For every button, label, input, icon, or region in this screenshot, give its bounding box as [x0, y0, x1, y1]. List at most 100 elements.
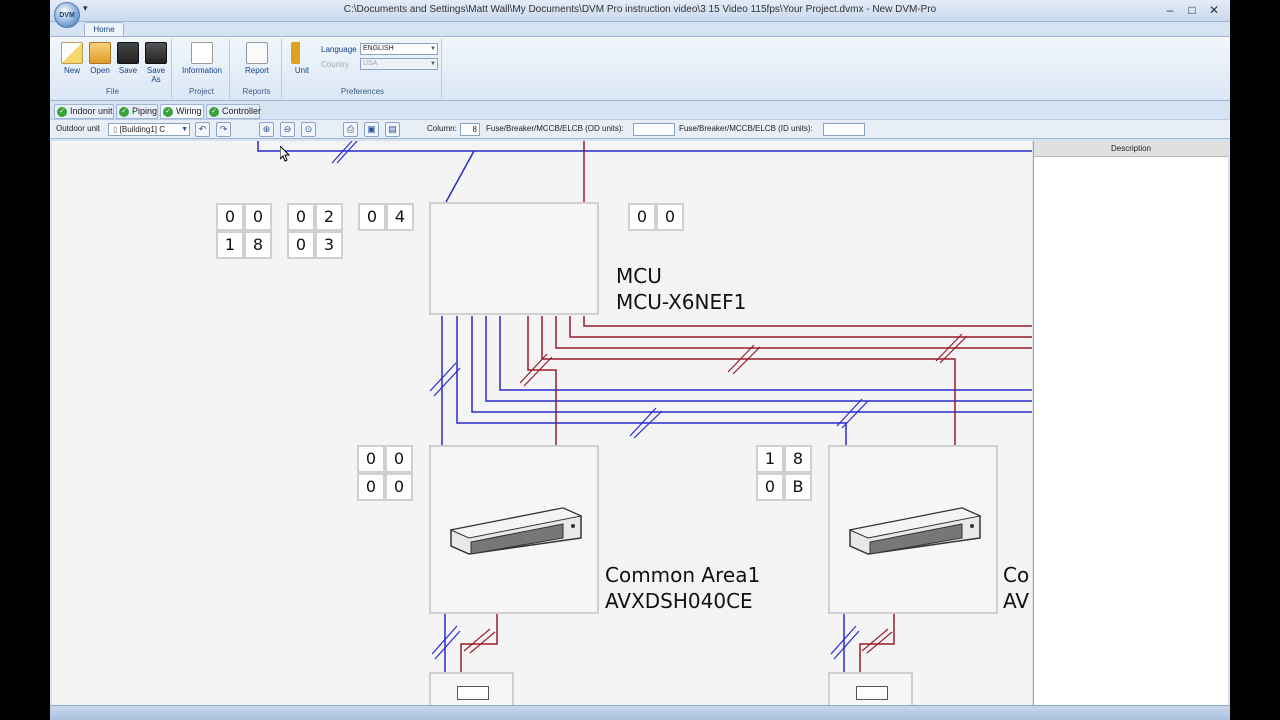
- mcu-address-cell[interactable]: 0: [628, 203, 656, 231]
- minimize-button[interactable]: –: [1160, 2, 1180, 18]
- comm-wire-branch-3: [499, 316, 1032, 391]
- save-image-icon[interactable]: ▣: [364, 122, 379, 137]
- undo-icon[interactable]: ↶: [195, 122, 210, 137]
- unit-button[interactable]: Unit: [288, 42, 316, 75]
- address-cell[interactable]: 0: [287, 231, 315, 259]
- ducted-unit-icon: [449, 507, 583, 555]
- report-label: Report: [244, 66, 269, 75]
- comm-wire-unit2: [456, 316, 847, 445]
- maximize-button[interactable]: □: [1182, 2, 1202, 18]
- view-tab-strip: ✓ Indoor unit ✓ Piping ✓ Wiring ✓ Contro…: [50, 103, 1230, 119]
- tab-indoor-unit[interactable]: ✓ Indoor unit: [54, 104, 114, 119]
- mcu-address-cell[interactable]: 0: [656, 203, 684, 231]
- save-button[interactable]: Save: [114, 42, 142, 75]
- unit-label: Unit: [294, 66, 310, 75]
- unit2-address-cell[interactable]: 0: [756, 473, 784, 501]
- chevron-down-icon: ▼: [430, 46, 436, 52]
- reports-group: Report Reports: [232, 39, 282, 99]
- save-as-button[interactable]: Save As: [142, 42, 170, 84]
- open-folder-icon: [89, 42, 111, 64]
- zoom-in-icon[interactable]: ⊕: [259, 122, 274, 137]
- information-icon: [191, 42, 213, 64]
- new-button[interactable]: New: [58, 42, 86, 75]
- export-icon[interactable]: ▤: [385, 122, 400, 137]
- tab-indoor-unit-label: Indoor unit: [70, 106, 113, 116]
- check-icon: ✓: [209, 107, 219, 117]
- save-disk-icon: [117, 42, 139, 64]
- unit2-address-cell[interactable]: 1: [756, 445, 784, 473]
- tab-wiring[interactable]: ✓ Wiring: [160, 104, 204, 119]
- address-cell[interactable]: 0: [358, 203, 386, 231]
- reports-group-label: Reports: [242, 87, 271, 96]
- check-icon: ✓: [57, 107, 67, 117]
- id-fuse-label: Fuse/Breaker/MCCB/ELCB (ID units):: [679, 124, 813, 133]
- indoor-unit2-box[interactable]: [828, 445, 998, 614]
- open-button[interactable]: Open: [86, 42, 114, 75]
- status-bar: [50, 705, 1230, 720]
- outdoor-unit-select[interactable]: ▯ [Building1] C ▼: [108, 123, 190, 136]
- print-icon[interactable]: ⎙: [343, 122, 358, 137]
- check-icon: ✓: [163, 107, 173, 117]
- column-label: Column:: [427, 124, 457, 133]
- mcu-model: MCU-X6NEF1: [616, 290, 747, 314]
- tab-wiring-label: Wiring: [176, 106, 202, 116]
- address-cell[interactable]: 8: [244, 231, 272, 259]
- address-cell[interactable]: 1: [216, 231, 244, 259]
- tab-piping[interactable]: ✓ Piping: [116, 104, 158, 119]
- power-wire-unit2-remote: [859, 614, 895, 672]
- address-cell[interactable]: 0: [287, 203, 315, 231]
- close-button[interactable]: ✕: [1204, 2, 1224, 18]
- od-fuse-input[interactable]: [633, 123, 675, 136]
- save-label: Save: [118, 66, 138, 75]
- redo-icon[interactable]: ↷: [216, 122, 231, 137]
- address-cell[interactable]: 0: [216, 203, 244, 231]
- unit1-address-cell[interactable]: 0: [385, 473, 413, 501]
- mcu-name: MCU: [616, 264, 662, 288]
- language-select[interactable]: ENGLISH ▼: [360, 43, 438, 55]
- indoor-unit1-box[interactable]: [429, 445, 599, 614]
- tab-controller-label: Controller: [222, 106, 262, 116]
- tab-piping-label: Piping: [132, 106, 158, 116]
- preferences-group: Unit Language ENGLISH ▼ Country USA ▼ Pr…: [284, 39, 442, 99]
- new-file-icon: [61, 42, 83, 64]
- app-menu-logo-button[interactable]: DVM: [54, 2, 80, 28]
- file-group: New Open Save Save As File: [54, 39, 172, 99]
- unit1-address-cell[interactable]: 0: [385, 445, 413, 473]
- remote-controller-2[interactable]: [828, 672, 913, 705]
- unit2-address-cell[interactable]: 8: [784, 445, 812, 473]
- address-cell[interactable]: 3: [315, 231, 343, 259]
- tab-controller[interactable]: ✓ Controller: [206, 104, 262, 119]
- unit1-address-cell[interactable]: 0: [357, 445, 385, 473]
- information-label: Information: [181, 66, 223, 75]
- file-group-label: File: [106, 87, 119, 96]
- open-label: Open: [90, 66, 110, 75]
- window-title: C:\Documents and Settings\Matt Wall\My D…: [343, 4, 937, 15]
- zoom-out-icon[interactable]: ⊖: [280, 122, 295, 137]
- address-cell[interactable]: 0: [244, 203, 272, 231]
- id-fuse-input[interactable]: [823, 123, 865, 136]
- od-fuse-label: Fuse/Breaker/MCCB/ELCB (OD units):: [486, 124, 624, 133]
- column-input[interactable]: 8: [460, 123, 480, 136]
- tab-home[interactable]: Home: [84, 22, 124, 37]
- remote-display-icon: [457, 686, 489, 700]
- address-cell[interactable]: 4: [386, 203, 414, 231]
- information-button[interactable]: Information: [176, 42, 228, 75]
- country-value: USA: [363, 60, 378, 67]
- zoom-fit-icon[interactable]: ⊙: [301, 122, 316, 137]
- language-label: Language: [321, 45, 357, 54]
- unit1-address-cell[interactable]: 0: [357, 473, 385, 501]
- remote-controller-1[interactable]: [429, 672, 514, 705]
- power-wire-branch-3: [583, 316, 1032, 327]
- power-wire-unit1-remote: [460, 614, 498, 672]
- description-panel: Description: [1033, 141, 1228, 705]
- remote-display-icon: [856, 686, 888, 700]
- unit2-address-cell[interactable]: B: [784, 473, 812, 501]
- address-cell[interactable]: 2: [315, 203, 343, 231]
- unit-ruler-icon: [291, 42, 313, 64]
- outdoor-unit-value: [Building1] C: [119, 125, 165, 134]
- project-group-label: Project: [189, 87, 214, 96]
- wiring-diagram-canvas[interactable]: 0 0 1 8 0 2 0 3 0 4 0 0 MCU MCU-X6NEF1 0…: [52, 141, 1032, 705]
- report-button[interactable]: Report: [236, 42, 278, 75]
- mcu-unit-box[interactable]: [429, 202, 599, 315]
- unit1-model: AVXDSH040CE: [605, 589, 753, 613]
